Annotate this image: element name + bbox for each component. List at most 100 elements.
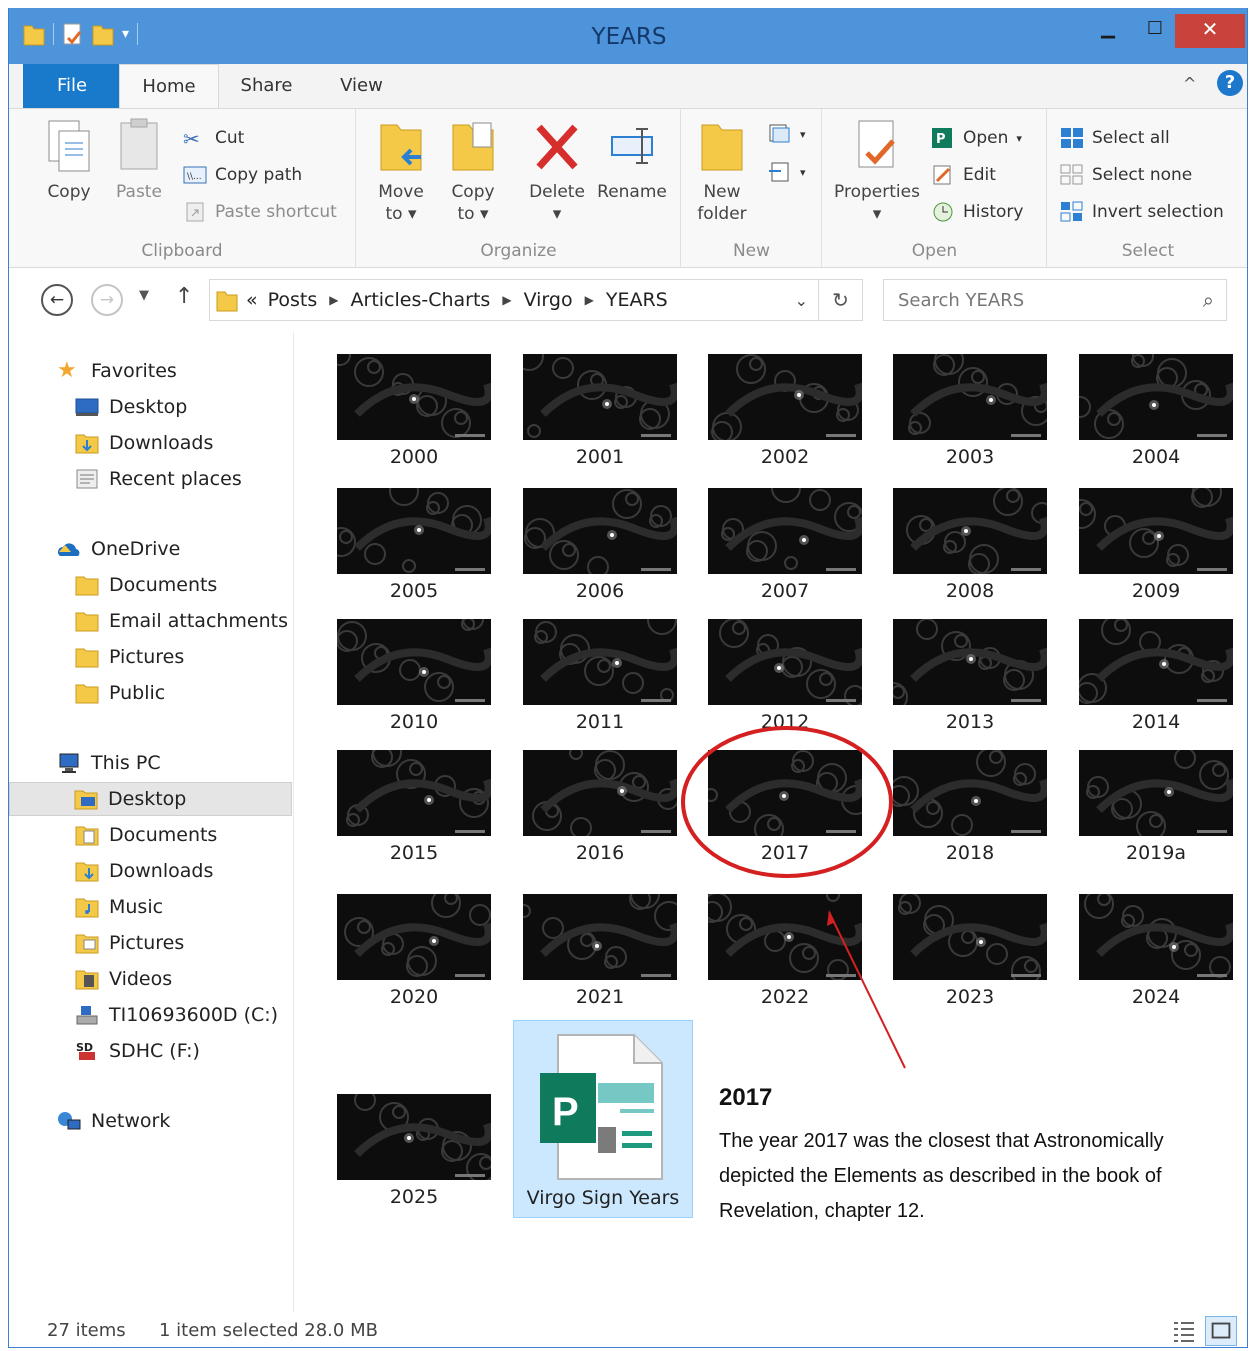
chevron-down-icon[interactable]: ⌄ — [795, 291, 808, 310]
nav-onedrive[interactable]: OneDrive — [9, 532, 292, 566]
nav-pc-documents[interactable]: Documents — [9, 818, 292, 852]
file-item[interactable]: 2010 — [337, 619, 491, 733]
nav-od-public[interactable]: Public — [9, 676, 292, 710]
file-item[interactable]: 2011 — [523, 619, 677, 733]
copy-button[interactable]: Copy — [37, 117, 101, 203]
large-icons-view-icon[interactable] — [1205, 1316, 1237, 1346]
file-item[interactable]: 2002 — [708, 354, 862, 468]
file-item[interactable]: 2024 — [1079, 894, 1233, 1008]
move-to-button[interactable]: Move to ▾ — [369, 117, 433, 225]
file-item[interactable]: 2022 — [708, 894, 862, 1008]
delete-button[interactable]: Delete ▾ — [525, 117, 589, 225]
file-item[interactable]: 2008 — [893, 488, 1047, 602]
nav-this-pc[interactable]: This PC — [9, 746, 292, 780]
breadcrumb-years[interactable]: YEARS — [606, 289, 668, 311]
nav-pc-downloads[interactable]: Downloads — [9, 854, 292, 888]
rename-button[interactable]: Rename — [595, 117, 669, 203]
tab-share[interactable]: Share — [224, 64, 309, 108]
breadcrumb-posts[interactable]: Posts — [268, 289, 318, 311]
minimize-button[interactable]: ▁ — [1086, 14, 1130, 48]
nav-pc-pictures[interactable]: Pictures — [9, 926, 292, 960]
file-item[interactable]: 2007 — [708, 488, 862, 602]
tab-file[interactable]: File — [23, 64, 121, 108]
file-item[interactable]: 2016 — [523, 750, 677, 864]
file-item[interactable]: 2018 — [893, 750, 1047, 864]
select-none-button[interactable]: Select none — [1060, 164, 1192, 186]
nav-pc-videos[interactable]: Videos — [9, 962, 292, 996]
file-item[interactable]: 2006 — [523, 488, 677, 602]
nav-fav-downloads[interactable]: Downloads — [9, 426, 292, 460]
file-item[interactable]: 2019a — [1079, 750, 1233, 864]
easy-access-button[interactable]: ▾ — [768, 161, 806, 183]
collapse-ribbon-icon[interactable]: ^ — [1183, 74, 1196, 93]
refresh-button[interactable]: ↻ — [819, 279, 863, 321]
nav-fav-recent[interactable]: Recent places — [9, 462, 292, 496]
file-item[interactable]: 2014 — [1079, 619, 1233, 733]
file-item[interactable]: 2017 — [708, 750, 862, 864]
nav-pc-drive-c[interactable]: TI10693600D (C:) — [9, 998, 292, 1032]
history-button[interactable]: History — [931, 201, 1023, 223]
nav-pc-drive-f[interactable]: SD SDHC (F:) — [9, 1034, 292, 1068]
new-item-button[interactable]: ▾ — [768, 123, 806, 145]
select-all-button[interactable]: Select all — [1060, 127, 1170, 149]
close-button[interactable]: ✕ — [1175, 14, 1245, 48]
recent-places-icon — [76, 469, 98, 489]
search-input[interactable]: Search YEARS ⌕ — [883, 279, 1227, 321]
file-item[interactable]: 2020 — [337, 894, 491, 1008]
nav-od-email[interactable]: Email attachments — [9, 604, 292, 638]
properties-button[interactable]: Properties ▾ — [829, 117, 925, 225]
recent-locations-icon[interactable]: ▼ — [139, 288, 149, 303]
help-icon[interactable]: ? — [1217, 70, 1243, 96]
file-item[interactable]: 2025 — [337, 1094, 491, 1208]
paste-shortcut-button[interactable]: Paste shortcut — [183, 201, 337, 223]
file-item[interactable]: 2001 — [523, 354, 677, 468]
file-item[interactable]: 2009 — [1079, 488, 1233, 602]
nav-pc-music[interactable]: Music — [9, 890, 292, 924]
file-label: 2006 — [575, 580, 625, 602]
history-icon — [933, 202, 953, 222]
file-item[interactable]: 2003 — [893, 354, 1047, 468]
file-item[interactable]: 2015 — [337, 750, 491, 864]
forward-button[interactable]: → — [91, 284, 123, 316]
nav-favorites[interactable]: ★ Favorites — [9, 354, 292, 388]
file-item[interactable]: 2004 — [1079, 354, 1233, 468]
up-arrow-icon[interactable]: ↑ — [175, 284, 193, 309]
overflow-crumb[interactable]: « — [246, 289, 258, 311]
tab-home[interactable]: Home — [119, 64, 219, 108]
tab-view[interactable]: View — [319, 64, 404, 108]
cut-button[interactable]: ✂ Cut — [183, 127, 244, 151]
file-item[interactable]: 2023 — [893, 894, 1047, 1008]
file-item[interactable]: 2013 — [893, 619, 1047, 733]
file-item[interactable]: 2000 — [337, 354, 491, 468]
search-icon[interactable]: ⌕ — [1203, 288, 1214, 312]
open-button[interactable]: P Open ▾ — [931, 127, 1022, 149]
clipboard-icon — [120, 118, 158, 170]
new-folder-button[interactable]: New folder — [690, 117, 754, 225]
delete-label: Delete — [529, 182, 585, 202]
address-bar[interactable]: « Posts ▶ Articles-Charts ▶ Virgo ▶ YEAR… — [209, 279, 819, 321]
copy-path-button[interactable]: \\... Copy path — [183, 164, 302, 186]
breadcrumb-virgo[interactable]: Virgo — [524, 289, 573, 311]
nav-label: Music — [109, 896, 164, 918]
paste-button[interactable]: Paste — [107, 117, 171, 203]
file-item[interactable]: 2021 — [523, 894, 677, 1008]
chevron-right-icon[interactable]: ▶ — [329, 293, 338, 307]
file-item[interactable]: 2005 — [337, 488, 491, 602]
breadcrumb-articles-charts[interactable]: Articles-Charts — [351, 289, 491, 311]
invert-selection-button[interactable]: Invert selection — [1060, 201, 1224, 223]
nav-pc-desktop[interactable]: Desktop — [9, 782, 292, 816]
edit-button[interactable]: Edit — [931, 164, 996, 186]
nav-od-pictures[interactable]: Pictures — [9, 640, 292, 674]
selected-file-item[interactable]: P Virgo Sign Years — [513, 1020, 693, 1218]
back-button[interactable]: ← — [41, 284, 73, 316]
details-view-icon[interactable] — [1171, 1318, 1197, 1344]
nav-network[interactable]: Network — [9, 1104, 292, 1138]
chevron-right-icon[interactable]: ▶ — [585, 293, 594, 307]
svg-text:P: P — [552, 1090, 579, 1134]
nav-fav-desktop[interactable]: Desktop — [9, 390, 292, 424]
maximize-button[interactable]: ☐ — [1133, 14, 1177, 48]
chevron-right-icon[interactable]: ▶ — [502, 293, 511, 307]
file-item[interactable]: 2012 — [708, 619, 862, 733]
nav-od-documents[interactable]: Documents — [9, 568, 292, 602]
copy-to-button[interactable]: Copy to ▾ — [441, 117, 505, 225]
